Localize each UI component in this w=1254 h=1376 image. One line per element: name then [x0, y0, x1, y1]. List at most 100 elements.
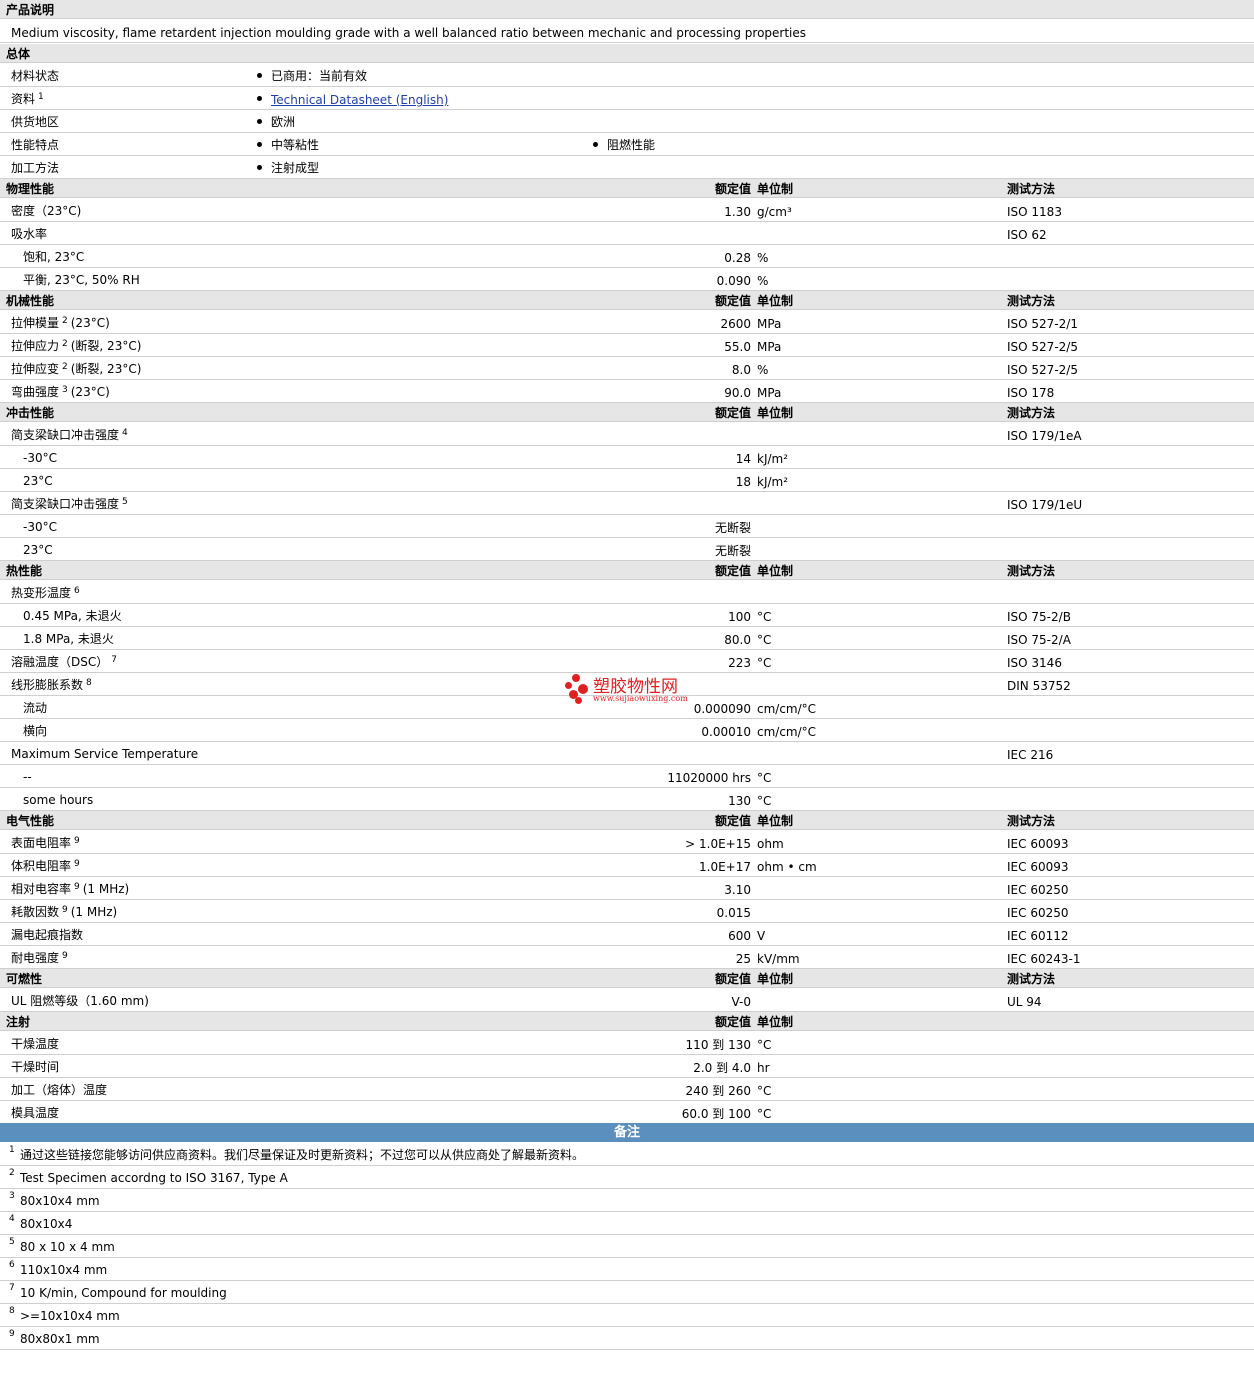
column-unit-header: 单位制: [757, 182, 794, 196]
general-row: 供货地区 欧洲: [0, 110, 1254, 133]
row-value: 0.015: [716, 906, 751, 920]
row-value: 已商用：当前有效: [271, 69, 368, 83]
row-value: 0.28: [724, 251, 751, 265]
note-number: 6: [9, 1260, 15, 1270]
row-method: IEC 60093: [1007, 860, 1069, 874]
row-value: 注射成型: [271, 161, 320, 175]
row-unit: kJ/m²: [757, 475, 789, 489]
note-text: >=10x10x4 mm: [20, 1309, 120, 1323]
property-row: 加工（熔体）温度 240 到 260 °C: [0, 1078, 1254, 1101]
row-label: 线形膨胀系数 8: [11, 679, 92, 692]
bullet-icon: [257, 73, 262, 78]
row-label: 0.45 MPa, 未退火: [23, 610, 122, 622]
row-value: 欧洲: [271, 115, 296, 129]
row-unit: °C: [757, 1038, 772, 1052]
note-text: 80x80x1 mm: [20, 1332, 100, 1346]
note-text: Test Specimen accordng to ISO 3167, Type…: [20, 1171, 288, 1185]
general-row: 加工方法 注射成型: [0, 156, 1254, 179]
row-value: 无断裂: [714, 544, 751, 558]
row-method: IEC 60250: [1007, 883, 1069, 897]
label-text: 平衡, 23°C, 50% RH: [23, 273, 140, 287]
label-text: 模具温度: [11, 1106, 60, 1120]
property-row: 热变形温度 6: [0, 581, 1254, 604]
row-value: 2.0 到 4.0: [693, 1061, 751, 1075]
description-header: 产品说明: [0, 0, 1254, 19]
column-value-header: 额定值: [714, 406, 751, 420]
row-label: UL 阻燃等级（1.60 mm): [11, 995, 149, 1007]
label-text: 弯曲强度: [11, 385, 60, 399]
row-label: 1.8 MPa, 未退火: [23, 633, 114, 645]
bullet-icon: [257, 119, 262, 124]
property-row: 0.45 MPa, 未退火 100 °C ISO 75-2/B: [0, 604, 1254, 627]
property-row: -30°C 无断裂: [0, 515, 1254, 538]
footnote-ref: 5: [122, 497, 128, 507]
note-text: 80x10x4: [20, 1217, 73, 1231]
row-value: 2600: [720, 317, 751, 331]
row-method: UL 94: [1007, 995, 1042, 1009]
note-item: 9 80x80x1 mm: [0, 1327, 1254, 1350]
physical-header: 物理性能 额定值 单位制 测试方法: [0, 179, 1254, 198]
column-unit-header: 单位制: [757, 564, 794, 578]
column-method-header: 测试方法: [1007, 406, 1056, 420]
row-method: ISO 179/1eU: [1007, 498, 1083, 512]
row-unit: kJ/m²: [757, 452, 789, 466]
general-row: 资料 1 Technical Datasheet (English): [0, 87, 1254, 110]
row-label: 平衡, 23°C, 50% RH: [23, 274, 140, 286]
row-value: 130: [728, 794, 751, 808]
column-unit-header: 单位制: [757, 1015, 794, 1029]
column-method-header: 测试方法: [1007, 294, 1056, 308]
mechanical-header: 机械性能 额定值 单位制 测试方法: [0, 291, 1254, 310]
label-text: Maximum Service Temperature: [11, 747, 199, 761]
row-unit: kV/mm: [757, 952, 800, 966]
column-value-header: 额定值: [714, 972, 751, 986]
row-unit: °C: [757, 1084, 772, 1098]
footnote-ref: 3: [62, 385, 68, 395]
column-value-header: 额定值: [714, 814, 751, 828]
property-row: Maximum Service Temperature IEC 216: [0, 742, 1254, 765]
section-title: 热性能: [6, 564, 43, 578]
label-text: 1.8 MPa, 未退火: [23, 632, 114, 646]
label-suffix: (23°C): [70, 316, 110, 330]
label-text: 耗散因数: [11, 905, 60, 919]
row-value: > 1.0E+15: [685, 837, 751, 851]
row-value: 55.0: [724, 340, 751, 354]
label-text: 溶融温度（DSC）: [11, 655, 109, 669]
datasheet-link[interactable]: Technical Datasheet (English): [271, 94, 448, 106]
logo-dot: [565, 682, 572, 689]
row-label: 横向: [23, 725, 47, 737]
row-method: IEC 60112: [1007, 929, 1069, 943]
property-row: 模具温度 60.0 到 100 °C: [0, 1101, 1254, 1124]
label-suffix: (断裂, 23°C): [70, 339, 142, 353]
section-title: 产品说明: [6, 3, 55, 17]
section-title: 物理性能: [6, 182, 55, 196]
label-text: 拉伸模量: [11, 316, 60, 330]
row-value: 60.0 到 100: [681, 1107, 751, 1121]
row-value: 0.090: [716, 274, 751, 288]
row-label: 简支梁缺口冲击强度 4: [11, 429, 128, 442]
bullet-icon: [257, 165, 262, 170]
row-unit: %: [757, 363, 769, 377]
note-number: 8: [9, 1306, 15, 1316]
row-unit: g/cm³: [757, 205, 792, 219]
footnote-ref: 2: [62, 362, 68, 372]
row-label: 流动: [23, 702, 47, 714]
row-method: ISO 75-2/A: [1007, 633, 1071, 647]
property-row: 溶融温度（DSC） 7 223 °C ISO 3146: [0, 650, 1254, 673]
row-method: IEC 216: [1007, 748, 1054, 762]
row-unit: °C: [757, 610, 772, 624]
label-text: 0.45 MPa, 未退火: [23, 609, 122, 623]
label-text: 体积电阻率: [11, 859, 72, 873]
row-label: 性能特点: [11, 138, 60, 152]
row-label: 拉伸模量 2 (23°C): [11, 317, 110, 330]
label-text: UL 阻燃等级（1.60 mm): [11, 994, 149, 1008]
row-unit: ohm • cm: [757, 860, 817, 874]
property-row: 拉伸模量 2 (23°C) 2600 MPa ISO 527-2/1: [0, 311, 1254, 334]
label-text: -30°C: [23, 520, 57, 534]
column-method-header: 测试方法: [1007, 182, 1056, 196]
section-title: 电气性能: [6, 814, 55, 828]
row-label: 耐电强度 9: [11, 952, 68, 965]
row-label: 材料状态: [11, 69, 60, 83]
column-value-header: 额定值: [714, 564, 751, 578]
note-item: 5 80 x 10 x 4 mm: [0, 1235, 1254, 1258]
bullet-icon: [257, 142, 262, 147]
